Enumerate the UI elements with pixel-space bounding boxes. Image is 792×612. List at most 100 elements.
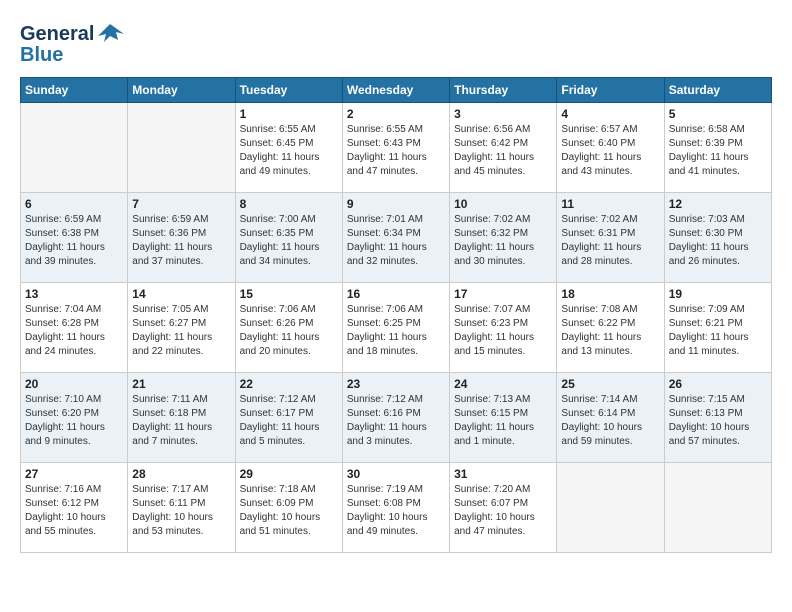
day-number: 14 xyxy=(132,287,230,301)
day-number: 4 xyxy=(561,107,659,121)
day-info: Sunrise: 7:12 AM Sunset: 6:16 PM Dayligh… xyxy=(347,393,445,449)
day-info: Sunrise: 7:03 AM Sunset: 6:30 PM Dayligh… xyxy=(669,213,767,269)
calendar-cell: 22 Sunrise: 7:12 AM Sunset: 6:17 PM Dayli… xyxy=(235,373,342,463)
day-number: 29 xyxy=(240,467,338,481)
calendar-cell xyxy=(21,103,128,193)
day-number: 12 xyxy=(669,197,767,211)
calendar-cell: 5 Sunrise: 6:58 AM Sunset: 6:39 PM Daylig… xyxy=(664,103,771,193)
day-number: 2 xyxy=(347,107,445,121)
calendar-cell: 9 Sunrise: 7:01 AM Sunset: 6:34 PM Daylig… xyxy=(342,193,449,283)
day-number: 30 xyxy=(347,467,445,481)
day-number: 11 xyxy=(561,197,659,211)
day-number: 22 xyxy=(240,377,338,391)
page-header: General Blue xyxy=(20,20,772,67)
day-info: Sunrise: 7:07 AM Sunset: 6:23 PM Dayligh… xyxy=(454,303,552,359)
day-number: 6 xyxy=(25,197,123,211)
day-info: Sunrise: 7:19 AM Sunset: 6:08 PM Dayligh… xyxy=(347,483,445,539)
calendar-cell xyxy=(664,463,771,553)
calendar-cell: 17 Sunrise: 7:07 AM Sunset: 6:23 PM Dayli… xyxy=(450,283,557,373)
day-info: Sunrise: 7:15 AM Sunset: 6:13 PM Dayligh… xyxy=(669,393,767,449)
weekday-header-thursday: Thursday xyxy=(450,78,557,103)
day-number: 24 xyxy=(454,377,552,391)
day-info: Sunrise: 7:17 AM Sunset: 6:11 PM Dayligh… xyxy=(132,483,230,539)
calendar-cell: 27Sunrise: 7:16 AM Sunset: 6:12 PM Dayli… xyxy=(21,463,128,553)
calendar-table: SundayMondayTuesdayWednesdayThursdayFrid… xyxy=(20,77,772,553)
calendar-week-4: 20 Sunrise: 7:10 AM Sunset: 6:20 PM Dayli… xyxy=(21,373,772,463)
day-info: Sunrise: 6:58 AM Sunset: 6:39 PM Dayligh… xyxy=(669,123,767,179)
day-info: Sunrise: 7:12 AM Sunset: 6:17 PM Dayligh… xyxy=(240,393,338,449)
day-info: Sunrise: 7:02 AM Sunset: 6:32 PM Dayligh… xyxy=(454,213,552,269)
calendar-cell: 19 Sunrise: 7:09 AM Sunset: 6:21 PM Dayli… xyxy=(664,283,771,373)
day-number: 5 xyxy=(669,107,767,121)
calendar-cell: 31Sunrise: 7:20 AM Sunset: 6:07 PM Dayli… xyxy=(450,463,557,553)
day-info: Sunrise: 7:02 AM Sunset: 6:31 PM Dayligh… xyxy=(561,213,659,269)
day-number: 7 xyxy=(132,197,230,211)
calendar-week-5: 27Sunrise: 7:16 AM Sunset: 6:12 PM Dayli… xyxy=(21,463,772,553)
weekday-header-friday: Friday xyxy=(557,78,664,103)
day-number: 8 xyxy=(240,197,338,211)
calendar-cell: 24Sunrise: 7:13 AM Sunset: 6:15 PM Dayli… xyxy=(450,373,557,463)
day-number: 26 xyxy=(669,377,767,391)
day-info: Sunrise: 6:56 AM Sunset: 6:42 PM Dayligh… xyxy=(454,123,552,179)
day-info: Sunrise: 7:18 AM Sunset: 6:09 PM Dayligh… xyxy=(240,483,338,539)
day-number: 9 xyxy=(347,197,445,211)
day-number: 19 xyxy=(669,287,767,301)
day-info: Sunrise: 7:14 AM Sunset: 6:14 PM Dayligh… xyxy=(561,393,659,449)
weekday-header-monday: Monday xyxy=(128,78,235,103)
day-number: 15 xyxy=(240,287,338,301)
day-info: Sunrise: 7:09 AM Sunset: 6:21 PM Dayligh… xyxy=(669,303,767,359)
weekday-header-wednesday: Wednesday xyxy=(342,78,449,103)
calendar-cell: 10 Sunrise: 7:02 AM Sunset: 6:32 PM Dayli… xyxy=(450,193,557,283)
calendar-cell: 12 Sunrise: 7:03 AM Sunset: 6:30 PM Dayli… xyxy=(664,193,771,283)
day-info: Sunrise: 7:04 AM Sunset: 6:28 PM Dayligh… xyxy=(25,303,123,359)
day-info: Sunrise: 7:06 AM Sunset: 6:26 PM Dayligh… xyxy=(240,303,338,359)
weekday-header-sunday: Sunday xyxy=(21,78,128,103)
calendar-cell: 29 Sunrise: 7:18 AM Sunset: 6:09 PM Dayli… xyxy=(235,463,342,553)
calendar-cell: 4 Sunrise: 6:57 AM Sunset: 6:40 PM Daylig… xyxy=(557,103,664,193)
calendar-cell: 14 Sunrise: 7:05 AM Sunset: 6:27 PM Dayli… xyxy=(128,283,235,373)
day-info: Sunrise: 7:08 AM Sunset: 6:22 PM Dayligh… xyxy=(561,303,659,359)
calendar-week-3: 13Sunrise: 7:04 AM Sunset: 6:28 PM Dayli… xyxy=(21,283,772,373)
weekday-header-tuesday: Tuesday xyxy=(235,78,342,103)
day-number: 10 xyxy=(454,197,552,211)
day-info: Sunrise: 6:55 AM Sunset: 6:45 PM Dayligh… xyxy=(240,123,338,179)
day-info: Sunrise: 7:20 AM Sunset: 6:07 PM Dayligh… xyxy=(454,483,552,539)
calendar-cell: 20 Sunrise: 7:10 AM Sunset: 6:20 PM Dayli… xyxy=(21,373,128,463)
calendar-cell: 21 Sunrise: 7:11 AM Sunset: 6:18 PM Dayli… xyxy=(128,373,235,463)
day-number: 28 xyxy=(132,467,230,481)
calendar-cell xyxy=(128,103,235,193)
calendar-cell: 16Sunrise: 7:06 AM Sunset: 6:25 PM Dayli… xyxy=(342,283,449,373)
calendar-cell: 2 Sunrise: 6:55 AM Sunset: 6:43 PM Daylig… xyxy=(342,103,449,193)
day-info: Sunrise: 7:05 AM Sunset: 6:27 PM Dayligh… xyxy=(132,303,230,359)
day-number: 18 xyxy=(561,287,659,301)
calendar-cell: 30 Sunrise: 7:19 AM Sunset: 6:08 PM Dayli… xyxy=(342,463,449,553)
calendar-week-1: 1 Sunrise: 6:55 AM Sunset: 6:45 PM Daylig… xyxy=(21,103,772,193)
day-info: Sunrise: 7:10 AM Sunset: 6:20 PM Dayligh… xyxy=(25,393,123,449)
logo-text-general: General xyxy=(20,23,94,46)
calendar-cell: 28 Sunrise: 7:17 AM Sunset: 6:11 PM Dayli… xyxy=(128,463,235,553)
calendar-cell: 3Sunrise: 6:56 AM Sunset: 6:42 PM Daylig… xyxy=(450,103,557,193)
day-info: Sunrise: 6:59 AM Sunset: 6:38 PM Dayligh… xyxy=(25,213,123,269)
calendar-cell xyxy=(557,463,664,553)
calendar-cell: 13Sunrise: 7:04 AM Sunset: 6:28 PM Dayli… xyxy=(21,283,128,373)
day-number: 1 xyxy=(240,107,338,121)
day-info: Sunrise: 6:59 AM Sunset: 6:36 PM Dayligh… xyxy=(132,213,230,269)
day-number: 16 xyxy=(347,287,445,301)
day-number: 21 xyxy=(132,377,230,391)
calendar-cell: 23 Sunrise: 7:12 AM Sunset: 6:16 PM Dayli… xyxy=(342,373,449,463)
calendar-week-2: 6 Sunrise: 6:59 AM Sunset: 6:38 PM Daylig… xyxy=(21,193,772,283)
day-number: 17 xyxy=(454,287,552,301)
calendar-cell: 25Sunrise: 7:14 AM Sunset: 6:14 PM Dayli… xyxy=(557,373,664,463)
calendar-cell: 11 Sunrise: 7:02 AM Sunset: 6:31 PM Dayli… xyxy=(557,193,664,283)
day-number: 27 xyxy=(25,467,123,481)
day-info: Sunrise: 6:55 AM Sunset: 6:43 PM Dayligh… xyxy=(347,123,445,179)
calendar-cell: 7 Sunrise: 6:59 AM Sunset: 6:36 PM Daylig… xyxy=(128,193,235,283)
day-info: Sunrise: 6:57 AM Sunset: 6:40 PM Dayligh… xyxy=(561,123,659,179)
day-number: 23 xyxy=(347,377,445,391)
day-info: Sunrise: 7:01 AM Sunset: 6:34 PM Dayligh… xyxy=(347,213,445,269)
day-info: Sunrise: 7:11 AM Sunset: 6:18 PM Dayligh… xyxy=(132,393,230,449)
day-number: 20 xyxy=(25,377,123,391)
calendar-cell: 1 Sunrise: 6:55 AM Sunset: 6:45 PM Daylig… xyxy=(235,103,342,193)
logo-text-blue: Blue xyxy=(20,44,63,67)
weekday-header-row: SundayMondayTuesdayWednesdayThursdayFrid… xyxy=(21,78,772,103)
